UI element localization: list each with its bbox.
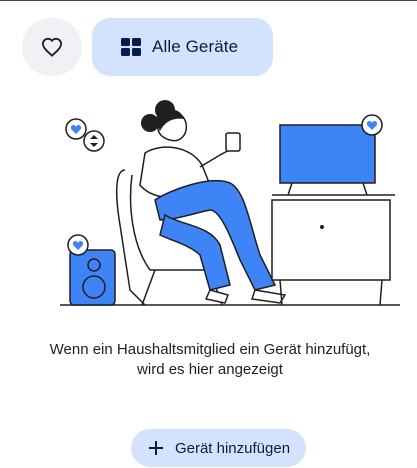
thermostat-badge xyxy=(65,118,105,152)
tv-illustration xyxy=(279,124,376,196)
person-illustration xyxy=(139,100,287,304)
empty-state-message: Wenn ein Haushaltsmitglied ein Gerät hin… xyxy=(20,340,400,380)
grid-icon xyxy=(121,38,141,56)
add-device-label: Gerät hinzufügen xyxy=(174,439,291,457)
heart-outline-icon xyxy=(41,37,63,57)
all-devices-chip[interactable]: Alle Geräte xyxy=(92,18,273,76)
speaker-heart-badge xyxy=(67,234,89,256)
top-divider xyxy=(0,0,417,1)
speaker-illustration xyxy=(69,249,116,306)
empty-state-line2: wird es hier angezeigt xyxy=(137,361,283,378)
empty-state-line1: Wenn ein Haushaltsmitglied ein Gerät hin… xyxy=(49,341,371,358)
all-devices-label: Alle Geräte xyxy=(152,37,239,56)
plus-icon xyxy=(148,441,163,455)
tv-heart-badge xyxy=(361,114,383,136)
favorites-button[interactable] xyxy=(22,18,82,76)
empty-state-illustration xyxy=(60,100,400,306)
add-device-button[interactable]: Gerät hinzufügen xyxy=(131,429,306,467)
tv-stand-illustration xyxy=(271,194,395,306)
